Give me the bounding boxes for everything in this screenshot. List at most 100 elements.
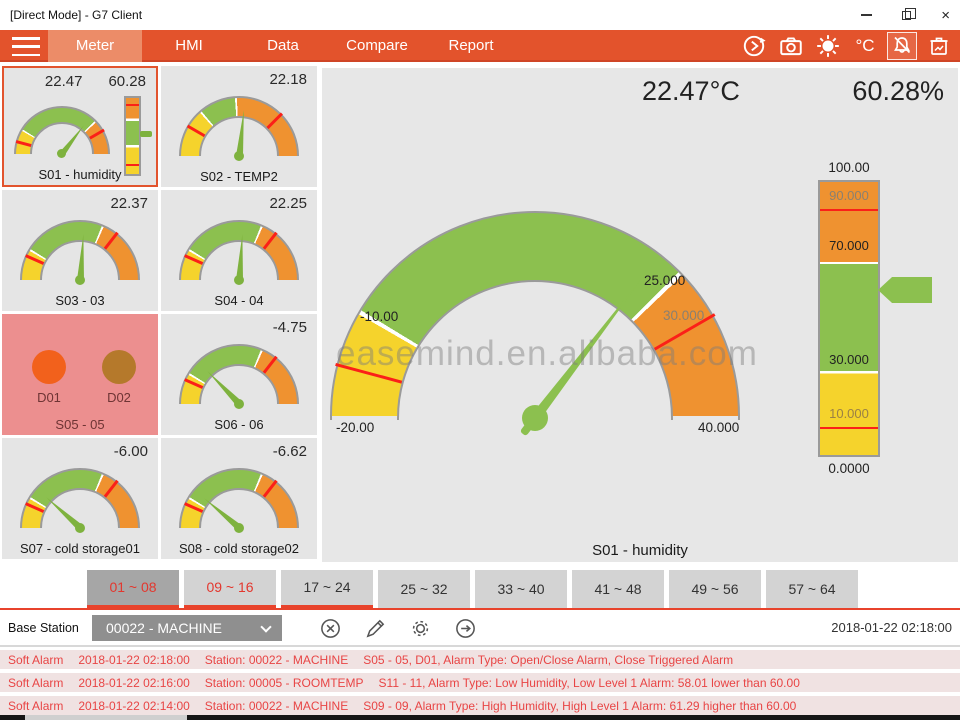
station-timestamp: 2018-01-22 02:18:00 xyxy=(831,612,952,644)
range-tab-17-24[interactable]: 17 ~ 24 xyxy=(281,570,373,608)
sensor-tile-s05[interactable]: D01 D02S05 - 05 xyxy=(2,314,158,435)
bar-max-label: 100.00 xyxy=(818,160,880,175)
brightness-icon[interactable] xyxy=(813,32,843,60)
cancel-icon[interactable] xyxy=(318,616,342,640)
alarm-field: Soft Alarm xyxy=(8,653,63,667)
edit-icon[interactable] xyxy=(363,616,387,640)
history-icon[interactable] xyxy=(739,32,769,60)
range-tab-57-64[interactable]: 57 ~ 64 xyxy=(766,570,858,608)
bar-min-label: 0.0000 xyxy=(818,461,880,476)
range-tab-33-40[interactable]: 33 ~ 40 xyxy=(475,570,567,608)
alarm-mute-icon[interactable] xyxy=(887,32,917,60)
channel-dot-d02 xyxy=(102,350,136,384)
tile-values: -4.75 xyxy=(161,314,317,336)
tile-value: 22.18 xyxy=(269,71,307,88)
app-window: [Direct Mode] - G7 Client × MeterHMIData… xyxy=(0,0,960,720)
sensor-tile-s06[interactable]: -4.75 S06 - 06 xyxy=(161,314,317,435)
sensor-tile-grid: 22.4760.28 S01 - humidity22.18 S02 - TEM… xyxy=(2,66,319,559)
go-icon[interactable] xyxy=(453,616,477,640)
sensor-tile-s02[interactable]: 22.18 S02 - TEMP2 xyxy=(161,66,317,187)
gauge-max-label: 40.000 xyxy=(698,420,739,435)
channel-label: D01 xyxy=(24,390,74,405)
nav-icons: °C xyxy=(739,30,954,62)
sensor-tile-s08[interactable]: -6.62 S08 - cold storage02 xyxy=(161,438,317,559)
alarm-field: Station: 00022 - MACHINE xyxy=(205,653,348,667)
base-station-label: Base Station xyxy=(8,612,79,644)
mini-bar-pointer xyxy=(140,131,152,137)
tile-label: S05 - 05 xyxy=(2,417,158,432)
tile-values: 22.37 xyxy=(2,190,158,212)
celsius-icon[interactable]: °C xyxy=(850,32,880,60)
station-bar: Base Station 00022 - MACHINE xyxy=(0,612,960,644)
mini-gauge xyxy=(179,468,299,534)
menu-icon[interactable] xyxy=(12,37,42,56)
alarm-field: S11 - 11, Alarm Type: Low Humidity, Low … xyxy=(379,676,800,690)
tile-value: -6.00 xyxy=(114,443,148,460)
mini-gauge-hub xyxy=(234,523,244,533)
range-tab-row: 01 ~ 0809 ~ 1617 ~ 2425 ~ 3233 ~ 4041 ~ … xyxy=(87,570,858,608)
divider-gray xyxy=(0,645,960,647)
bar-70-label: 70.000 xyxy=(820,238,878,253)
window-title: [Direct Mode] - G7 Client xyxy=(10,8,142,22)
gauge-min-label: -20.00 xyxy=(336,420,374,435)
tile-values: 22.18 xyxy=(161,66,317,88)
tile-label: S07 - cold storage01 xyxy=(2,541,158,556)
alarm-field: S05 - 05, D01, Alarm Type: Open/Close Al… xyxy=(363,653,733,667)
bar-30-label: 30.000 xyxy=(820,352,878,367)
mini-gauge xyxy=(179,96,299,162)
mini-gauge xyxy=(20,220,140,286)
temperature-readout: 22.47°C xyxy=(642,76,740,107)
sensor-tile-s01[interactable]: 22.4760.28 S01 - humidity xyxy=(2,66,158,187)
close-button[interactable]: × xyxy=(941,8,950,23)
taskbar-sliver xyxy=(0,715,960,720)
main-panel: 22.47°C 60.28% -20.00 -10.00 25.000 30.0… xyxy=(322,68,958,562)
clear-image-icon[interactable] xyxy=(924,32,954,60)
mini-gauge-hub xyxy=(75,275,85,285)
tile-label: S03 - 03 xyxy=(2,293,158,308)
nav-bar: MeterHMIDataCompareReport °C xyxy=(0,30,960,62)
mini-gauge-hub xyxy=(234,399,244,409)
nav-tab-meter[interactable]: Meter xyxy=(48,30,142,62)
range-tab-41-48[interactable]: 41 ~ 48 xyxy=(572,570,664,608)
minimize-button[interactable] xyxy=(861,14,872,16)
range-tab-25-32[interactable]: 25 ~ 32 xyxy=(378,570,470,608)
alarm-field: Soft Alarm xyxy=(8,676,63,690)
bar-90-label: 90.000 xyxy=(820,188,878,203)
alarm-field: Station: 00022 - MACHINE xyxy=(205,699,348,713)
chevron-down-icon xyxy=(260,621,271,632)
alarm-row[interactable]: Soft Alarm2018-01-22 02:16:00Station: 00… xyxy=(0,673,960,692)
alarm-field: 2018-01-22 02:18:00 xyxy=(78,653,189,667)
tile-value: -4.75 xyxy=(273,319,307,336)
tile-values: -6.00 xyxy=(2,438,158,460)
nav-tab-hmi[interactable]: HMI xyxy=(142,30,236,62)
bar-pointer xyxy=(878,277,932,303)
range-tab-09-16[interactable]: 09 ~ 16 xyxy=(184,570,276,608)
alarm-row[interactable]: Soft Alarm 2018-01-22 02:18:00 Station: 00… xyxy=(0,650,960,669)
tile-value: 60.28 xyxy=(108,73,146,90)
nav-tab-data[interactable]: Data xyxy=(236,30,330,62)
watermark: easemind.en.alibaba.com xyxy=(336,334,758,374)
alarm-field: Station: 00005 - ROOMTEMP xyxy=(205,676,364,690)
nav-tab-compare[interactable]: Compare xyxy=(330,30,424,62)
mini-gauge-hub xyxy=(75,523,85,533)
settings-icon[interactable] xyxy=(408,616,432,640)
gauge-high-label: 25.000 xyxy=(644,273,685,288)
tile-label: S02 - TEMP2 xyxy=(161,169,317,184)
sensor-tile-s04[interactable]: 22.25 S04 - 04 xyxy=(161,190,317,311)
maximize-button[interactable] xyxy=(902,11,911,20)
tile-value: -6.62 xyxy=(273,443,307,460)
alarm-field: Soft Alarm xyxy=(8,699,63,713)
range-tab-01-08[interactable]: 01 ~ 08 xyxy=(87,570,179,608)
camera-icon[interactable] xyxy=(776,32,806,60)
tile-values: 22.25 xyxy=(161,190,317,212)
alarm-field: S09 - 09, Alarm Type: High Humidity, Hig… xyxy=(363,699,796,713)
sensor-tile-s03[interactable]: 22.37 S03 - 03 xyxy=(2,190,158,311)
alarm-row[interactable]: Soft Alarm2018-01-22 02:14:00Station: 00… xyxy=(0,696,960,715)
tile-values: -6.62 xyxy=(161,438,317,460)
bar-gauge: 90.000 70.000 30.000 10.000 xyxy=(818,180,880,457)
tile-label: S08 - cold storage02 xyxy=(161,541,317,556)
nav-tab-report[interactable]: Report xyxy=(424,30,518,62)
range-tab-49-56[interactable]: 49 ~ 56 xyxy=(669,570,761,608)
sensor-tile-s07[interactable]: -6.00 S07 - cold storage01 xyxy=(2,438,158,559)
station-dropdown[interactable]: 00022 - MACHINE xyxy=(92,615,282,641)
